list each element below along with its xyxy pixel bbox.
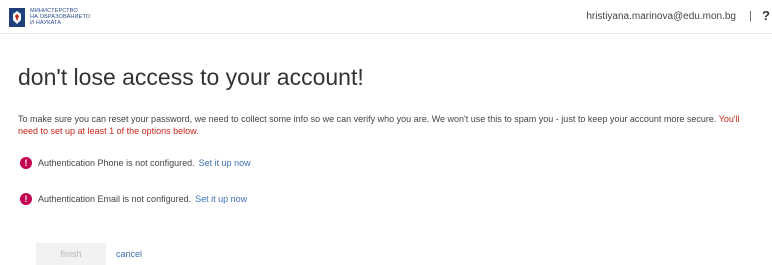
email-status-row: ! Authentication Email is not configured…: [20, 192, 247, 206]
org-line-3: И НАУКАТА: [30, 20, 62, 26]
exclamation-circle-icon: !: [20, 193, 32, 205]
exclamation-circle-icon: !: [20, 157, 32, 169]
phone-status-text: Authentication Phone is not configured.: [38, 158, 195, 168]
user-email[interactable]: hristiyana.marinova@edu.mon.bg: [586, 11, 736, 22]
help-button[interactable]: ?: [762, 8, 770, 23]
intro-text: To make sure you can reset your password…: [18, 113, 762, 137]
finish-button[interactable]: finish: [36, 243, 106, 265]
setup-phone-link[interactable]: Set it up now: [199, 158, 251, 168]
setup-email-link[interactable]: Set it up now: [195, 194, 247, 204]
cancel-link[interactable]: cancel: [116, 249, 142, 259]
phone-status-row: ! Authentication Phone is not configured…: [20, 156, 251, 170]
header-separator: |: [749, 10, 752, 22]
organization-name: МИНИСТЕРСТВО НА ОБРАЗОВАНИЕТО И НАУКАТА: [30, 8, 90, 26]
ministry-crest-icon: [9, 8, 25, 27]
page-title: don't lose access to your account!: [18, 64, 364, 90]
intro-description: To make sure you can reset your password…: [18, 114, 717, 124]
email-status-text: Authentication Email is not configured.: [38, 194, 192, 204]
top-bar: МИНИСТЕРСТВО НА ОБРАЗОВАНИЕТО И НАУКАТА …: [0, 0, 772, 34]
